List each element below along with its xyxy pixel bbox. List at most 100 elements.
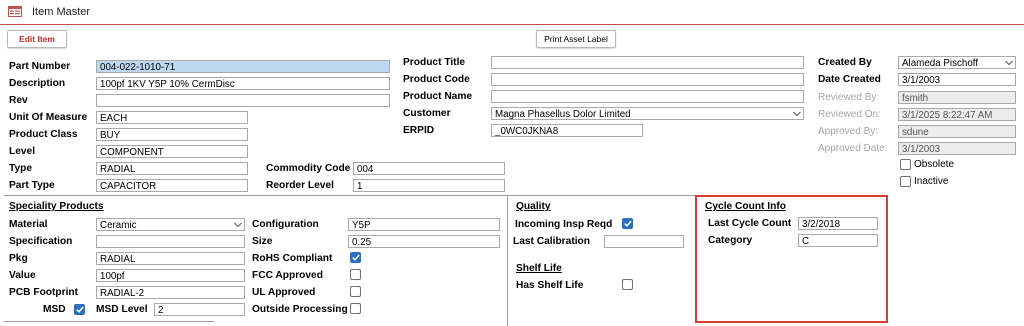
incoming-insp-checkbox[interactable] bbox=[622, 218, 633, 229]
reviewed-by-label: Reviewed By: bbox=[818, 92, 880, 103]
section-divider-vertical bbox=[507, 195, 508, 326]
msd-level-field[interactable]: 2 bbox=[154, 303, 245, 316]
type-label: Type bbox=[9, 163, 33, 174]
created-by-select[interactable]: Alameda Pischoff bbox=[898, 56, 1016, 69]
customer-select[interactable]: Magna Phasellus Dolor Limited bbox=[491, 107, 804, 120]
reviewed-by-field: fsmith bbox=[898, 91, 1016, 104]
product-class-field[interactable]: BUY bbox=[96, 128, 248, 141]
rev-field[interactable] bbox=[96, 94, 390, 107]
rohs-checkbox[interactable] bbox=[350, 252, 361, 263]
bottom-divider bbox=[4, 321, 214, 322]
section-divider bbox=[4, 195, 696, 196]
approved-date-field: 3/1/2003 bbox=[898, 142, 1016, 155]
part-number-field[interactable]: 004-022-1010-71 bbox=[96, 60, 390, 73]
type-field[interactable]: RADIAL bbox=[96, 162, 248, 175]
product-title-field[interactable] bbox=[491, 56, 804, 69]
inactive-label: Inactive bbox=[914, 176, 949, 187]
fcc-label: FCC Approved bbox=[252, 270, 323, 281]
edit-item-button[interactable]: Edit Item bbox=[7, 30, 67, 48]
window-titlebar bbox=[0, 0, 1024, 24]
chevron-down-icon[interactable] bbox=[1003, 57, 1015, 68]
ul-checkbox[interactable] bbox=[350, 286, 361, 297]
pkg-label: Pkg bbox=[9, 253, 28, 264]
cycle-count-heading: Cycle Count Info bbox=[705, 201, 786, 212]
product-name-field[interactable] bbox=[491, 90, 804, 103]
size-label: Size bbox=[252, 236, 273, 247]
size-field[interactable]: 0.25 bbox=[348, 235, 500, 248]
rohs-label: RoHS Compliant bbox=[252, 253, 333, 264]
erpid-label: ERPID bbox=[403, 125, 435, 136]
specification-field[interactable] bbox=[96, 235, 245, 248]
reviewed-on-label: Reviewed On: bbox=[818, 109, 881, 120]
product-title-label: Product Title bbox=[403, 57, 466, 68]
titlebar-divider bbox=[0, 24, 1024, 25]
inactive-checkbox[interactable] bbox=[900, 176, 911, 187]
date-created-label: Date Created bbox=[818, 74, 881, 85]
configuration-field[interactable]: Y5P bbox=[348, 218, 500, 231]
category-field[interactable]: C bbox=[798, 234, 878, 247]
msd-checkbox[interactable] bbox=[74, 304, 85, 315]
erpid-field[interactable]: _0WC0JKNA8 bbox=[491, 124, 643, 137]
form-icon bbox=[8, 6, 22, 17]
has-shelf-life-label: Has Shelf Life bbox=[516, 280, 584, 291]
customer-label: Customer bbox=[403, 108, 451, 119]
print-asset-label-button[interactable]: Print Asset Label bbox=[536, 30, 616, 48]
msd-level-label: MSD Level bbox=[96, 304, 148, 315]
part-type-field[interactable]: CAPACITOR bbox=[96, 179, 248, 192]
created-by-label: Created By bbox=[818, 57, 872, 68]
product-code-field[interactable] bbox=[491, 73, 804, 86]
approved-by-label: Approved By: bbox=[818, 126, 879, 137]
value-label: Value bbox=[9, 270, 36, 281]
description-field[interactable]: 100pf 1KV Y5P 10% CermDisc bbox=[96, 77, 390, 90]
obsolete-checkbox[interactable] bbox=[900, 159, 911, 170]
approved-date-label: Approved Date: bbox=[818, 143, 888, 154]
value-field[interactable]: 100pf bbox=[96, 269, 245, 282]
material-label: Material bbox=[9, 219, 48, 230]
reorder-level-field[interactable]: 1 bbox=[353, 179, 505, 192]
incoming-insp-label: Incoming Insp Reqd bbox=[515, 219, 613, 230]
ul-label: UL Approved bbox=[252, 287, 316, 298]
uom-field[interactable]: EACH bbox=[96, 111, 248, 124]
pcb-footprint-label: PCB Footprint bbox=[9, 287, 79, 298]
outside-processing-checkbox[interactable] bbox=[350, 303, 361, 314]
created-by-value: Alameda Pischoff bbox=[902, 58, 979, 69]
configuration-label: Configuration bbox=[252, 219, 319, 230]
last-calibration-field[interactable] bbox=[604, 235, 684, 248]
pkg-field[interactable]: RADIAL bbox=[96, 252, 245, 265]
quality-heading: Quality bbox=[516, 201, 551, 212]
reorder-level-label: Reorder Level bbox=[266, 180, 334, 191]
chevron-down-icon[interactable] bbox=[791, 108, 803, 119]
chevron-down-icon[interactable] bbox=[232, 219, 244, 230]
last-calibration-label: Last Calibration bbox=[513, 236, 590, 247]
has-shelf-life-checkbox[interactable] bbox=[622, 279, 633, 290]
approved-by-field: sdune bbox=[898, 125, 1016, 138]
cycle-count-highlight bbox=[695, 195, 888, 323]
fcc-checkbox[interactable] bbox=[350, 269, 361, 280]
specification-label: Specification bbox=[9, 236, 73, 247]
product-code-label: Product Code bbox=[403, 74, 470, 85]
obsolete-label: Obsolete bbox=[914, 159, 955, 170]
shelf-life-heading: Shelf Life bbox=[516, 263, 562, 274]
outside-processing-label: Outside Processing bbox=[252, 304, 348, 315]
material-select[interactable]: Ceramic bbox=[96, 218, 245, 231]
product-name-label: Product Name bbox=[403, 91, 473, 102]
commodity-code-label: Commodity Code bbox=[266, 163, 351, 174]
pcb-footprint-field[interactable]: RADIAL-2 bbox=[96, 286, 245, 299]
reviewed-on-field: 3/1/2025 8:22:47 AM bbox=[898, 108, 1016, 121]
last-cycle-count-field[interactable]: 3/2/2018 bbox=[798, 217, 878, 230]
commodity-code-field[interactable]: 004 bbox=[353, 162, 505, 175]
level-label: Level bbox=[9, 146, 36, 157]
rev-label: Rev bbox=[9, 95, 28, 106]
material-value: Ceramic bbox=[100, 220, 137, 231]
product-class-label: Product Class bbox=[9, 129, 78, 140]
level-field[interactable]: COMPONENT bbox=[96, 145, 248, 158]
part-number-label: Part Number bbox=[9, 61, 71, 72]
date-created-field[interactable]: 3/1/2003 bbox=[898, 73, 1016, 86]
description-label: Description bbox=[9, 78, 66, 89]
category-label: Category bbox=[708, 235, 753, 246]
part-type-label: Part Type bbox=[9, 180, 55, 191]
uom-label: Unit Of Measure bbox=[9, 112, 88, 123]
last-cycle-count-label: Last Cycle Count bbox=[708, 218, 792, 229]
customer-value: Magna Phasellus Dolor Limited bbox=[495, 109, 631, 120]
msd-label: MSD bbox=[43, 304, 66, 315]
